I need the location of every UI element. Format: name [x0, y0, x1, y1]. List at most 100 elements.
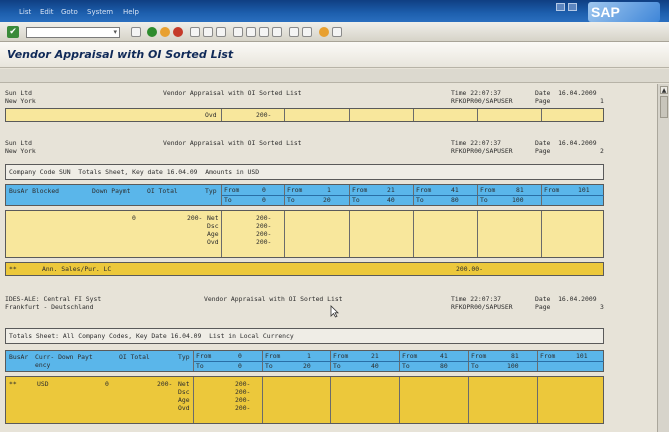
bucket-to-value: 100	[512, 196, 524, 204]
bucket-to-label: To	[287, 196, 295, 204]
bucket-to-label: To	[196, 362, 204, 370]
bucket-from-label: From	[544, 186, 560, 194]
bucket-from-label: From	[402, 352, 418, 360]
bucket-from-value: 21	[371, 352, 379, 360]
page-number: 1	[600, 97, 604, 105]
company-city: Frankfurt - Deutschland	[5, 303, 94, 311]
menu-edit[interactable]: Edit	[40, 8, 54, 16]
subtotal-marker: **	[9, 265, 17, 273]
first-page-icon[interactable]	[233, 27, 243, 37]
company-name: Sun Ltd	[5, 89, 32, 97]
bucket-to-value: 80	[451, 196, 459, 204]
type-label: Net	[178, 380, 190, 388]
minimize-icon[interactable]	[556, 3, 565, 11]
type-value: 200-	[235, 404, 251, 412]
application-toolbar	[0, 69, 669, 83]
company-name: IDES-ALE: Central FI Syst	[5, 295, 102, 303]
bucket-from-label: From	[333, 352, 349, 360]
bucket-to-value: 20	[303, 362, 311, 370]
bucket-from-value: 0	[238, 352, 242, 360]
help-icon[interactable]	[319, 27, 329, 37]
bucket-to-value: 20	[323, 196, 331, 204]
column-busar: BusAr	[9, 353, 29, 361]
bucket-from-label: From	[287, 186, 303, 194]
type-label: Ovd	[178, 404, 190, 412]
type-label: Dsc	[178, 388, 190, 396]
vertical-scrollbar[interactable]: ▲	[657, 84, 669, 432]
report-list: Sun Ltd New York Vendor Appraisal with O…	[0, 84, 657, 432]
bucket-from-value: 1	[307, 352, 311, 360]
scroll-up-icon[interactable]: ▲	[660, 86, 668, 94]
bucket-from-value: 81	[511, 352, 519, 360]
next-page-icon[interactable]	[259, 27, 269, 37]
sap-logo: SAP	[588, 2, 660, 22]
back-icon[interactable]	[147, 27, 157, 37]
report-program: RFKOPR00/SAPUSER	[451, 303, 513, 311]
page-label: Page	[535, 303, 551, 311]
create-session-icon[interactable]	[289, 27, 299, 37]
type-value: 200-	[256, 238, 272, 246]
menu-system[interactable]: System	[87, 8, 113, 16]
bucket-from-value: 41	[440, 352, 448, 360]
subtotal-marker: **	[9, 380, 17, 388]
bucket-from-label: From	[471, 352, 487, 360]
cancel-icon[interactable]	[173, 27, 183, 37]
menu-list[interactable]: List	[19, 8, 31, 16]
column-oi-total: OI Total	[119, 353, 150, 361]
find-icon[interactable]	[203, 27, 213, 37]
bucket-from-label: From	[265, 352, 281, 360]
menu-help[interactable]: Help	[123, 8, 139, 16]
type-label: Age	[178, 396, 190, 404]
column-busar-blocked: BusAr Blocked	[9, 187, 60, 195]
previous-page-icon[interactable]	[246, 27, 256, 37]
type-label: Net	[207, 214, 219, 222]
column-header-row: BusAr Blocked Down Paymt OI Total Typ Fr…	[5, 184, 604, 206]
bucket-to-label: To	[416, 196, 424, 204]
bucket-to-label: To	[352, 196, 360, 204]
bucket-to-value: 40	[371, 362, 379, 370]
type-label: Ovd	[207, 238, 219, 246]
bucket-to-value: 0	[262, 196, 266, 204]
print-icon[interactable]	[190, 27, 200, 37]
type-value: 200-	[256, 222, 272, 230]
title-bar: Vendor Appraisal with OI Sorted List	[0, 42, 669, 68]
report-date: Date 16.04.2009	[535, 89, 597, 97]
menu-goto[interactable]: Goto	[61, 8, 78, 16]
bucket-to-label: To	[224, 196, 232, 204]
page-label: Page	[535, 147, 551, 155]
column-type: Typ	[205, 187, 217, 195]
layout-menu-icon[interactable]	[332, 27, 342, 37]
scroll-thumb[interactable]	[660, 96, 668, 118]
bucket-from-value: 81	[516, 186, 524, 194]
save-icon[interactable]	[131, 27, 141, 37]
shortcut-icon[interactable]	[302, 27, 312, 37]
down-payment-value: 0	[105, 380, 109, 388]
command-dropdown-icon[interactable]: ▾	[113, 28, 117, 36]
report-time: Time 22:07:37	[451, 295, 502, 303]
bucket-from-label: From	[480, 186, 496, 194]
bucket-from-value: 101	[576, 352, 588, 360]
bucket-from-value: 0	[262, 186, 266, 194]
sheet-header: Totals Sheet: All Company Codes, Key Dat…	[5, 328, 604, 344]
bucket-to-label: To	[333, 362, 341, 370]
bucket-to-label: To	[480, 196, 488, 204]
type-label: Age	[207, 230, 219, 238]
company-name: Sun Ltd	[5, 139, 32, 147]
type-value: 200-	[256, 214, 272, 222]
last-page-icon[interactable]	[272, 27, 282, 37]
sheet-title: Totals Sheet: All Company Codes, Key Dat…	[9, 332, 294, 340]
bucket-from-label: From	[224, 186, 240, 194]
command-field[interactable]: ▾	[26, 27, 120, 38]
column-header-row: BusAr Curr- Down Payt ency OI Total Typ …	[5, 350, 604, 372]
maximize-icon[interactable]	[568, 3, 577, 11]
bucket-from-label: From	[196, 352, 212, 360]
find-next-icon[interactable]	[216, 27, 226, 37]
column-type: Typ	[178, 353, 190, 361]
enter-button[interactable]: ✔	[7, 26, 19, 38]
column-oi-total: OI Total	[147, 187, 178, 195]
standard-toolbar: ✔ ▾	[0, 22, 669, 42]
exit-icon[interactable]	[160, 27, 170, 37]
bucket-to-value: 40	[387, 196, 395, 204]
report-date: Date 16.04.2009	[535, 295, 597, 303]
page-number: 2	[600, 147, 604, 155]
